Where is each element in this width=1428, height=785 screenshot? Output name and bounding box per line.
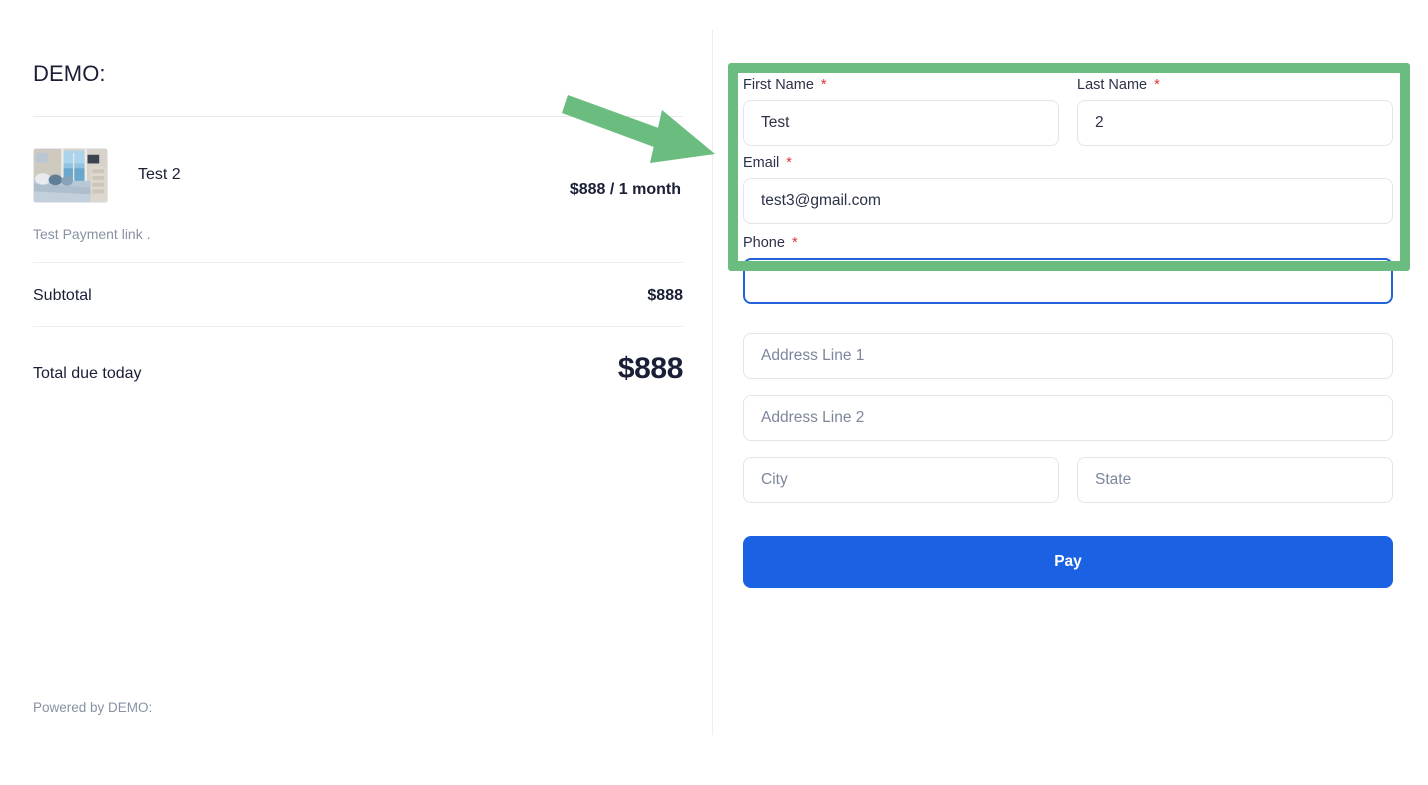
last-name-label: Last Name * — [1077, 75, 1393, 95]
last-name-required-asterisk: * — [1154, 77, 1160, 93]
summary-top-divider — [33, 116, 683, 117]
total-due-value: $888 — [617, 352, 684, 385]
address-line-2-field-group — [743, 395, 1393, 441]
subtotal-value: $888 — [647, 287, 683, 304]
phone-input[interactable] — [743, 258, 1393, 304]
first-name-field-group: First Name * — [743, 75, 1059, 146]
address-line-2-input[interactable] — [743, 395, 1393, 441]
subtotal-label: Subtotal — [33, 287, 92, 304]
form-section-spacer — [743, 311, 1393, 333]
last-name-label-text: Last Name — [1077, 77, 1148, 93]
name-fields-row: First Name * Last Name * — [743, 75, 1393, 153]
line-item-price: $888 / 1 month — [569, 181, 681, 198]
phone-required-asterisk: * — [791, 235, 798, 251]
phone-field-group: Phone * — [743, 233, 1393, 304]
line-item-description: Test Payment link . — [33, 226, 151, 242]
line-item-name: Test 2 — [138, 166, 181, 183]
state-field-group — [1077, 457, 1393, 503]
last-name-input[interactable] — [1077, 100, 1393, 146]
line-item: Test 2 $888 / 1 month — [33, 146, 681, 218]
first-name-required-asterisk: * — [820, 77, 827, 93]
first-name-label: First Name * — [743, 75, 1059, 95]
order-summary-panel: DEMO: Test 2 $888 / 1 month Test Payment… — [0, 0, 712, 785]
product-thumbnail-image — [33, 148, 108, 203]
email-field-group: Email * — [743, 153, 1393, 224]
first-name-input[interactable] — [743, 100, 1059, 146]
city-input[interactable] — [743, 457, 1059, 503]
checkout-form: First Name * Last Name * Email * — [743, 75, 1393, 588]
checkout-page: DEMO: Test 2 $888 / 1 month Test Payment… — [0, 0, 1428, 785]
first-name-label-text: First Name — [743, 77, 814, 93]
total-due-label: Total due today — [33, 365, 142, 382]
phone-label-text: Phone — [743, 235, 785, 251]
email-label: Email * — [743, 153, 1393, 173]
email-label-text: Email — [743, 155, 780, 171]
email-input[interactable] — [743, 178, 1393, 224]
address-line-1-field-group — [743, 333, 1393, 379]
email-required-asterisk: * — [786, 155, 792, 171]
phone-label: Phone * — [743, 233, 1393, 253]
state-input[interactable] — [1077, 457, 1393, 503]
total-due-row: Total due today $888 — [33, 327, 683, 407]
payment-form-panel: First Name * Last Name * Email * — [713, 0, 1428, 785]
bedroom-photo-thumbnail — [34, 149, 107, 202]
city-state-row — [743, 457, 1393, 510]
city-field-group — [743, 457, 1059, 503]
powered-by-label: Powered by DEMO: — [33, 700, 153, 715]
last-name-field-group: Last Name * — [1077, 75, 1393, 146]
subtotal-row: Subtotal $888 — [33, 263, 683, 326]
address-line-1-input[interactable] — [743, 333, 1393, 379]
brand-title: DEMO: — [33, 61, 106, 86]
pay-button[interactable]: Pay — [743, 536, 1393, 588]
